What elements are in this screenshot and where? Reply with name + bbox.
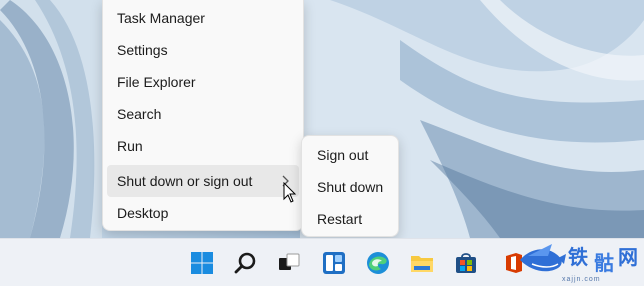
file-explorer-icon[interactable] bbox=[408, 249, 436, 277]
menu-item-label: Run bbox=[117, 138, 143, 154]
svg-text:网: 网 bbox=[618, 245, 638, 269]
quick-link-menu: Task Manager Settings File Explorer Sear… bbox=[102, 0, 304, 231]
task-view-icon[interactable] bbox=[275, 249, 303, 277]
submenu-item-label: Restart bbox=[317, 211, 363, 227]
menu-item-file-explorer[interactable]: File Explorer bbox=[107, 66, 299, 98]
shutdown-submenu: Sign out Shut down Restart bbox=[301, 135, 399, 237]
edge-icon[interactable] bbox=[364, 249, 392, 277]
submenu-item-label: Sign out bbox=[317, 147, 369, 163]
menu-item-search[interactable]: Search bbox=[107, 98, 299, 130]
widgets-icon[interactable] bbox=[320, 249, 348, 277]
menu-item-label: Search bbox=[117, 106, 162, 122]
microsoft-store-icon[interactable] bbox=[452, 249, 480, 277]
menu-item-run[interactable]: Run bbox=[107, 130, 299, 162]
menu-item-label: File Explorer bbox=[117, 74, 196, 90]
svg-text:骷: 骷 bbox=[594, 251, 614, 275]
submenu-item-label: Shut down bbox=[317, 179, 384, 195]
menu-item-label: Settings bbox=[117, 42, 168, 58]
submenu-item-restart[interactable]: Restart bbox=[305, 203, 395, 235]
menu-item-shut-down-or-sign-out[interactable]: Shut down or sign out bbox=[107, 165, 299, 197]
menu-item-settings[interactable]: Settings bbox=[107, 34, 299, 66]
search-icon[interactable] bbox=[232, 249, 260, 277]
watermark-url: xajjn.com bbox=[562, 276, 601, 283]
menu-item-label: Task Manager bbox=[117, 10, 205, 26]
menu-item-label: Shut down or sign out bbox=[117, 173, 253, 189]
windows-start-icon[interactable] bbox=[188, 249, 216, 277]
svg-text:铁: 铁 bbox=[568, 245, 588, 269]
submenu-item-sign-out[interactable]: Sign out bbox=[305, 139, 395, 171]
menu-item-desktop[interactable]: Desktop bbox=[107, 197, 299, 229]
menu-item-label: Desktop bbox=[117, 205, 169, 221]
menu-item-task-manager[interactable]: Task Manager bbox=[107, 2, 299, 34]
mouse-cursor-icon bbox=[283, 181, 297, 204]
submenu-item-shut-down[interactable]: Shut down bbox=[305, 171, 395, 203]
